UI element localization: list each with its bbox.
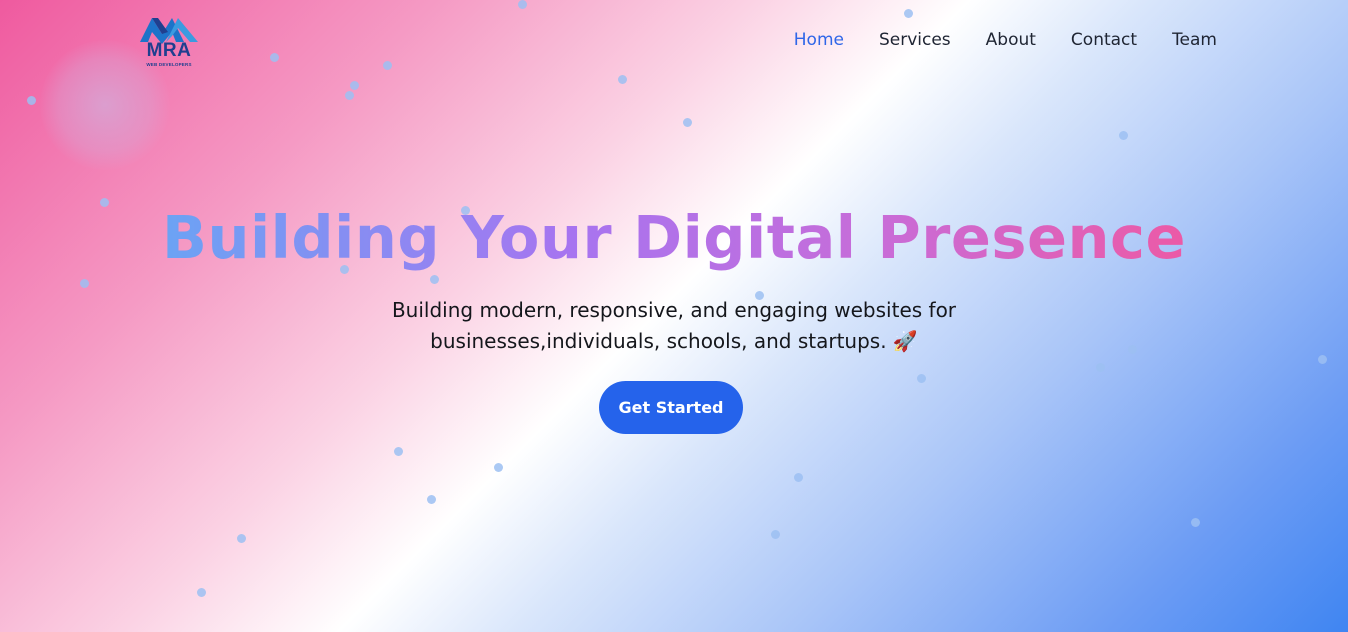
hero-title: Building Your Digital Presence xyxy=(0,198,1348,278)
get-started-button[interactable]: Get Started xyxy=(599,381,743,434)
nav-item-home[interactable]: Home xyxy=(794,30,844,50)
particle-dot xyxy=(27,96,36,105)
particle-dot xyxy=(197,588,206,597)
brand-name: MRA xyxy=(146,40,192,61)
nav-item-services[interactable]: Services xyxy=(879,30,951,50)
particle-dot xyxy=(771,530,780,539)
hero-subtitle: Building modern, responsive, and engagin… xyxy=(391,298,957,353)
particle-dot xyxy=(383,61,392,70)
particle-dot xyxy=(618,75,627,84)
particle-dot xyxy=(1191,518,1200,527)
particle-dot xyxy=(237,534,246,543)
particle-dot xyxy=(494,463,503,472)
particle-dot xyxy=(518,0,527,9)
particle-dot xyxy=(394,447,403,456)
main-nav: Home Services About Contact Team xyxy=(794,30,1217,50)
particle-dot xyxy=(1318,355,1327,364)
brand-tagline: WEB DEVELOPERS xyxy=(146,62,192,67)
particle-dot xyxy=(1096,363,1105,372)
brand-logo[interactable]: MRA WEB DEVELOPERS xyxy=(138,14,200,72)
particle-dot xyxy=(917,374,926,383)
particle-dot xyxy=(345,91,354,100)
particle-dot xyxy=(1119,131,1128,140)
particle-dot xyxy=(427,495,436,504)
particle-dot xyxy=(794,473,803,482)
hero-title-text: Building Your Digital Presence xyxy=(161,203,1187,272)
nav-item-contact[interactable]: Contact xyxy=(1071,30,1137,50)
particle-dot xyxy=(80,279,89,288)
particle-dot xyxy=(350,81,359,90)
hero-section: MRA WEB DEVELOPERS Home Services About C… xyxy=(0,0,1348,632)
particle-dot xyxy=(904,9,913,18)
nav-item-team[interactable]: Team xyxy=(1172,30,1217,50)
particle-dot xyxy=(270,53,279,62)
particle-dot xyxy=(683,118,692,127)
nav-item-about[interactable]: About xyxy=(986,30,1036,50)
particle-dot xyxy=(1128,345,1137,354)
